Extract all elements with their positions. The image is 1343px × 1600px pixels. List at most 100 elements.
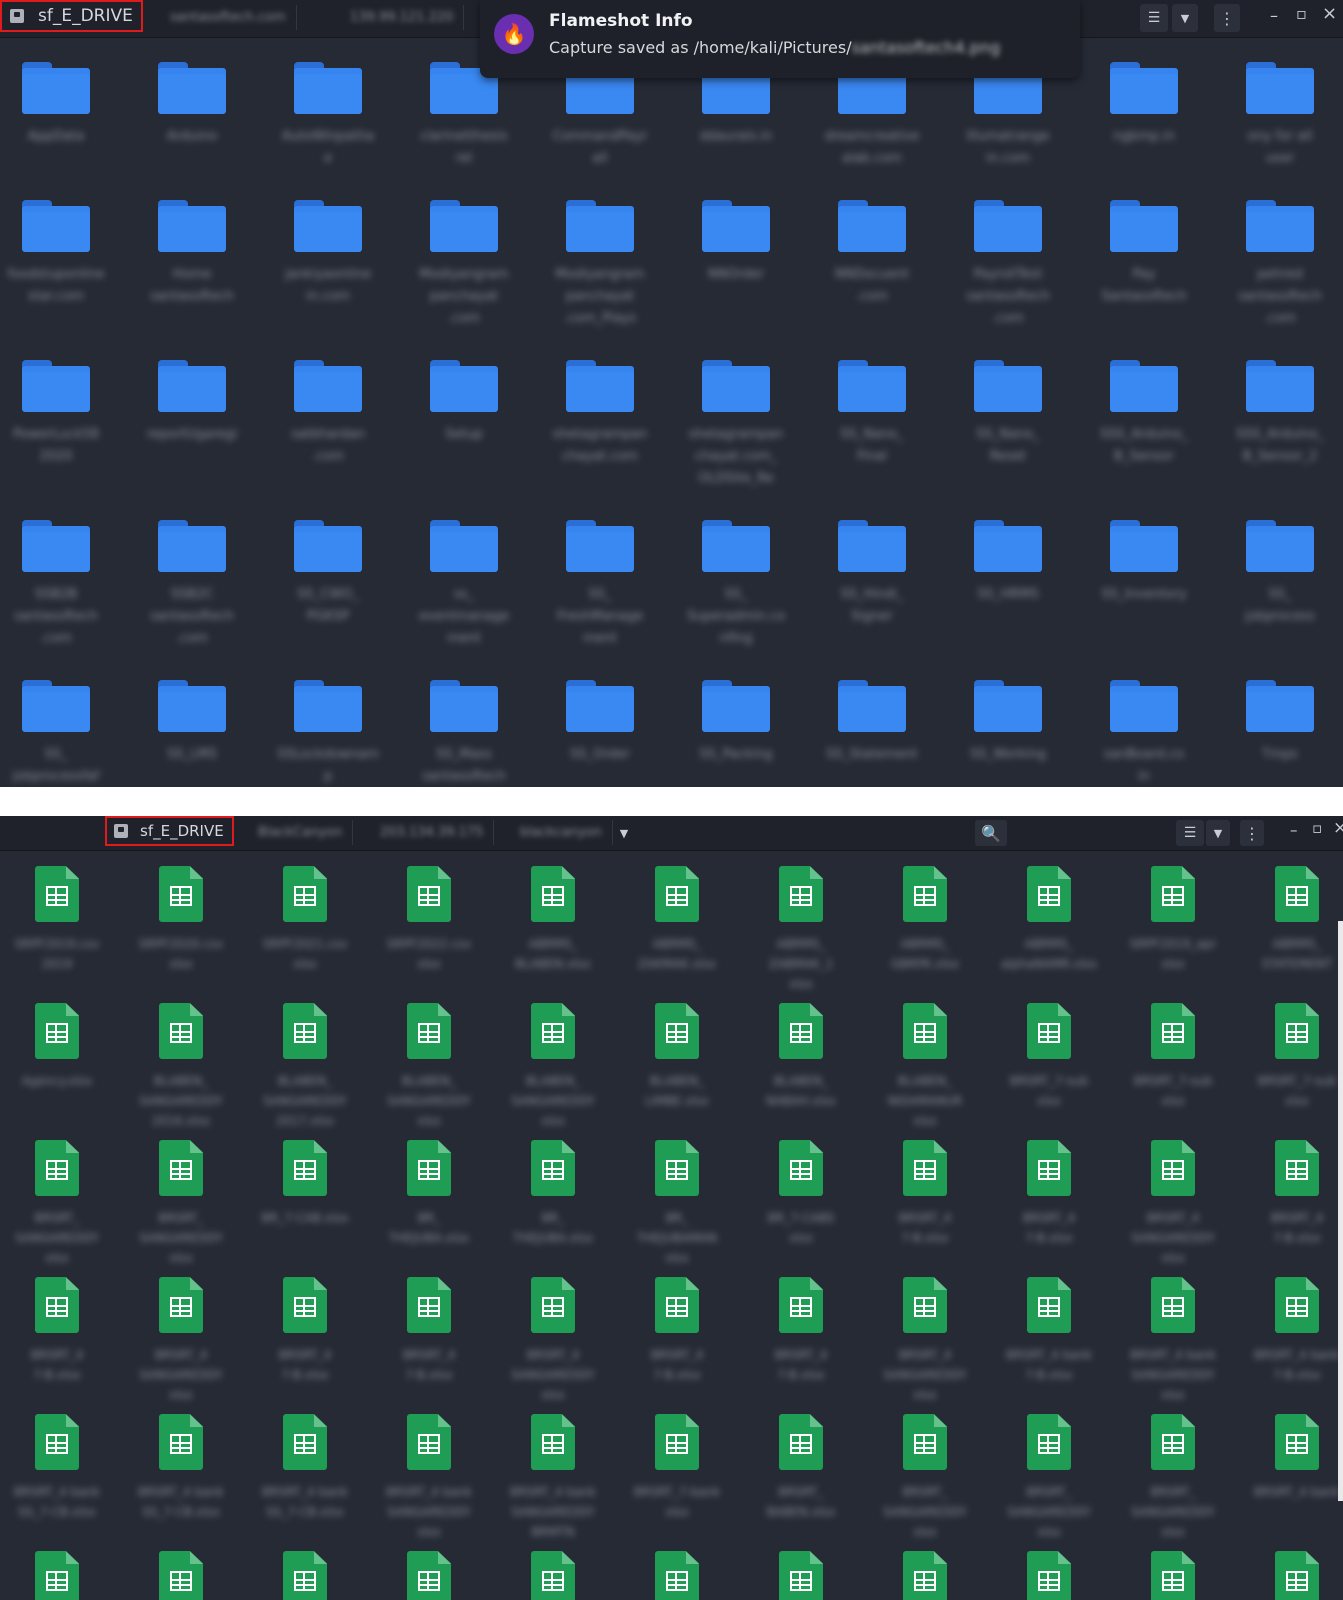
kebab-menu-icon[interactable]: ⋮ (1240, 820, 1264, 846)
spreadsheet-file-item[interactable]: BRSRT_ SANGAREDDY xlsx (2, 1140, 112, 1268)
folder-item[interactable]: SS_Hindi_ Signer (817, 518, 927, 628)
spreadsheet-file-item[interactable]: BRSRT_7-sub xlsx (1242, 1003, 1343, 1111)
spreadsheet-file-item[interactable]: BRSRT_4 7-B.xlsx (746, 1277, 856, 1385)
folder-item[interactable]: Home santasoftech (137, 198, 247, 308)
folder-item[interactable]: Modiyangram panchayat .com (409, 198, 519, 330)
spreadsheet-file-item[interactable]: BRSRT_4 bank SS_7-CB.xlsx (126, 1414, 236, 1522)
breadcrumb-dropdown-icon[interactable]: ▼ (612, 820, 636, 846)
spreadsheet-file-item[interactable]: BLABEN_ NIDAMANUR xlsx (870, 1003, 980, 1131)
maximize-button[interactable]: ▫ (1296, 4, 1307, 23)
spreadsheet-file-item[interactable]: BRSRT_ SANGAREDDY xlsx (126, 1140, 236, 1268)
spreadsheet-file-item[interactable]: SRPF2021.csv xlsx (250, 866, 360, 974)
spreadsheet-file-item[interactable]: BRSRT_4 bank 7-B.xlsx (1242, 1277, 1343, 1385)
spreadsheet-file-item[interactable]: BRSRT_4 SANGAREDDY xlsx (1118, 1140, 1228, 1268)
list-view-icon[interactable]: ☰ (1176, 820, 1204, 846)
spreadsheet-file-item[interactable]: BR_ THEJUBAMAN xlsx (622, 1140, 732, 1268)
breadcrumb-item[interactable]: santasoftech.com (160, 5, 297, 30)
spreadsheet-file-item[interactable]: ABRMS_ alphaNAMR.xlsx (994, 866, 1104, 974)
spreadsheet-file-item[interactable]: BLABEN_ NABAH.xlsx (746, 1003, 856, 1111)
folder-item[interactable]: PayrollTest santasoftech .com (953, 198, 1063, 330)
spreadsheet-file-item[interactable]: ABRMS_ ZABMAK_1 xlsx (746, 866, 856, 994)
spreadsheet-file-item[interactable]: BLABEN_ SANGAREDDY 2016.xlsx (126, 1003, 236, 1131)
folder-item[interactable]: pehred santasoftech .com (1225, 198, 1335, 330)
folder-item[interactable]: jankiyaonline in.com (273, 198, 383, 308)
folder-item[interactable]: SSLockdownam p (273, 678, 383, 787)
folder-item[interactable]: PowerLuck58 2020 (1, 358, 111, 468)
breadcrumb-item[interactable]: 203.134.39.175 (370, 820, 495, 845)
folder-item[interactable]: SS_CWO_ PGKSP (273, 518, 383, 628)
folder-item[interactable]: SSS_Arduino_ B_Sensor (1089, 358, 1199, 468)
spreadsheet-file-item[interactable]: BRSRT_7-sub xlsx (1118, 1003, 1228, 1111)
spreadsheet-file-item[interactable]: BRSRT_4 SANGAREDDY xlsx (126, 1277, 236, 1405)
spreadsheet-file-item[interactable] (126, 1551, 236, 1600)
list-view-icon[interactable]: ☰ (1140, 4, 1168, 32)
folder-item[interactable]: SS_LMS (137, 678, 247, 766)
folder-item[interactable]: Arduino (137, 60, 247, 148)
spreadsheet-file-item[interactable] (2, 1551, 112, 1600)
folder-item[interactable]: ss_ eventmanage ment (409, 518, 519, 650)
folder-item[interactable]: SS_ Superadmin.co nfing (681, 518, 791, 650)
spreadsheet-file-item[interactable] (746, 1551, 856, 1600)
scrollbar-edge[interactable] (1338, 921, 1343, 1501)
folder-item[interactable]: SS_Statement (817, 678, 927, 766)
spreadsheet-file-item[interactable]: BRSRT_ BABEN.xlsx (746, 1414, 856, 1522)
spreadsheet-file-item[interactable]: BRSRT_4 bank SANGAREDDY xlsx (374, 1414, 484, 1542)
spreadsheet-file-item[interactable]: Agency.xlsx (2, 1003, 112, 1091)
spreadsheet-file-item[interactable]: BRSRT_ SANGAREDDY xlsx (994, 1414, 1104, 1542)
spreadsheet-file-item[interactable]: SRPF2019.csv 2019 (2, 866, 112, 974)
spreadsheet-file-item[interactable] (374, 1551, 484, 1600)
folder-item[interactable]: shetagrampan chayat.com (545, 358, 655, 468)
spreadsheet-file-item[interactable] (1242, 1551, 1343, 1600)
spreadsheet-file-item[interactable] (1118, 1551, 1228, 1600)
spreadsheet-file-item[interactable] (250, 1551, 360, 1600)
folder-item[interactable]: Setup (409, 358, 519, 446)
folder-item[interactable]: SS_ FreshManage ment (545, 518, 655, 650)
spreadsheet-file-item[interactable]: BRSRT_4 SANGAREDDY xlsx (498, 1277, 608, 1405)
spreadsheet-file-item[interactable]: BRSRT_ SANGAREDDY xlsx (870, 1414, 980, 1542)
location-tab-active[interactable]: sf_E_DRIVE (0, 0, 143, 32)
view-options-chevron-icon[interactable]: ▼ (1206, 820, 1230, 846)
spreadsheet-file-item[interactable]: SRPF2022.csv xlsx (374, 866, 484, 974)
spreadsheet-file-item[interactable] (994, 1551, 1104, 1600)
breadcrumb-item[interactable]: BlackCanyon (248, 820, 354, 845)
spreadsheet-file-item[interactable]: BRSRT_4 7-B.xlsx (374, 1277, 484, 1385)
maximize-button[interactable]: ▫ (1312, 819, 1322, 837)
folder-item[interactable]: SS_Mass santasoftech (409, 678, 519, 787)
spreadsheet-file-item[interactable]: BRSRT_ SANGAREDDY xlsx (1118, 1414, 1228, 1542)
spreadsheet-file-item[interactable]: BRSRT_4 7-B.xlsx (870, 1140, 980, 1248)
spreadsheet-file-item[interactable]: BRSRT_4 bank (1242, 1414, 1343, 1502)
folder-item[interactable]: shetagrampan chayat.com_ OLDSite_Re (681, 358, 791, 490)
folder-item[interactable]: Pay Santasoftech (1089, 198, 1199, 308)
view-options-chevron-icon[interactable]: ▼ (1172, 4, 1198, 32)
folder-item[interactable]: NNDocuent .com (817, 198, 927, 308)
folder-item[interactable]: ony for all user (1225, 60, 1335, 170)
location-tab-active[interactable]: sf_E_DRIVE (105, 816, 234, 846)
spreadsheet-file-item[interactable]: BRSRT_4 7-B.xlsx (2, 1277, 112, 1385)
folder-item[interactable]: SS_Nano_ Final (817, 358, 927, 468)
minimize-button[interactable]: – (1270, 6, 1278, 25)
spreadsheet-file-item[interactable] (622, 1551, 732, 1600)
folder-item[interactable]: Tmps (1225, 678, 1335, 766)
breadcrumb-item[interactable]: 139.99.121.220 (340, 5, 465, 30)
folder-item[interactable]: SS_Nano_ Reset (953, 358, 1063, 468)
folder-item[interactable]: SS_Inventory (1089, 518, 1199, 606)
spreadsheet-file-item[interactable]: BRSRT_7-bank xlsx (622, 1414, 732, 1522)
spreadsheet-file-item[interactable]: BRSRT_4 7-B.xlsx (994, 1140, 1104, 1248)
minimize-button[interactable]: – (1290, 821, 1298, 839)
folder-item[interactable]: SS_Packing (681, 678, 791, 766)
spreadsheet-file-item[interactable]: BLABEN_ SANGAREDDY 2017.xlsx (250, 1003, 360, 1131)
breadcrumb-item[interactable]: blackcanyon (510, 820, 613, 845)
spreadsheet-file-item[interactable]: ABRMS_ ZAKMAK.xlsx (622, 866, 732, 974)
spreadsheet-file-item[interactable]: BLABEN_ LIMBE.xlsx (622, 1003, 732, 1111)
spreadsheet-file-item[interactable]: BR_ THEJUBA.xlsx (374, 1140, 484, 1248)
spreadsheet-file-item[interactable]: BR_ THEJUBA.xlsx (498, 1140, 608, 1248)
spreadsheet-file-item[interactable]: BRSRT_4 bank SANGAREDDY BRMTN (498, 1414, 608, 1542)
folder-item[interactable]: SS_Working (953, 678, 1063, 766)
folder-item[interactable]: SSB2B santasoftech .com (1, 518, 111, 650)
folder-item[interactable]: Modiyangram panchayat .com_Plays (545, 198, 655, 330)
folder-item[interactable]: NNOrder (681, 198, 791, 286)
spreadsheet-file-item[interactable]: BR_7-CAB.xlsx (250, 1140, 360, 1228)
search-icon[interactable]: 🔍 (975, 820, 1007, 846)
folder-item[interactable]: ngbmp.in (1089, 60, 1199, 148)
folder-item[interactable]: SS_Order (545, 678, 655, 766)
